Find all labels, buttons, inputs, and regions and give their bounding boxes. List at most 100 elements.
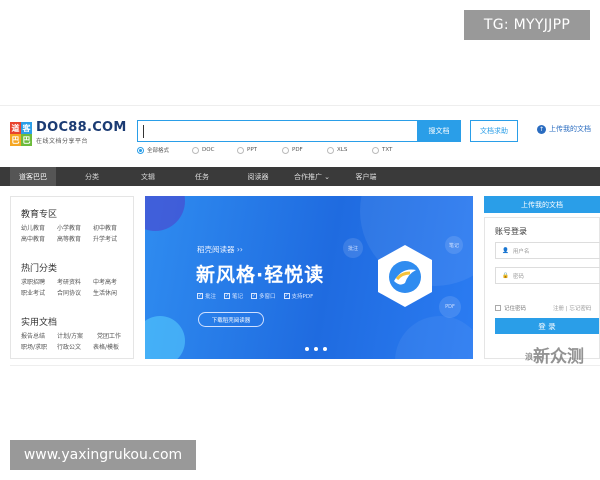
promo-banner[interactable]: 稻壳阅读器 ›› 新风格·轻悦读 ✓ 批注 ✓ 笔记 ✓ 多窗口 ✓ 支持PDF 下载稻… <box>145 196 473 359</box>
category-link[interactable]: 小学教育 <box>57 223 81 232</box>
tg-watermark: TG: MYYJJPP <box>464 10 590 40</box>
search-button[interactable]: 搜文档 <box>417 120 461 142</box>
category-link[interactable]: 考研资料 <box>57 277 81 286</box>
category-link[interactable]: 高中教育 <box>21 234 45 243</box>
category-link[interactable]: 升学考试 <box>93 234 117 243</box>
username-placeholder: 用户名 <box>512 248 530 255</box>
upload-document-label: 上传我的文档 <box>549 125 591 133</box>
feature-label: 批注 <box>205 294 217 300</box>
tag-bubble: PDF <box>439 296 461 318</box>
nav-reader[interactable]: 阅读器 <box>236 167 280 186</box>
filter-doc[interactable]: DOC <box>192 146 237 154</box>
radio-icon <box>282 146 289 154</box>
feature-item: ✓ 批注 <box>197 292 216 300</box>
category-link[interactable]: 高等教育 <box>57 234 81 243</box>
upload-document-button[interactable]: 上传我的文档 <box>484 196 600 213</box>
lock-icon: 🔒 <box>502 272 509 279</box>
logo-icon[interactable]: 道 客 巴 巴 <box>10 122 32 146</box>
check-icon: ✓ <box>283 293 290 299</box>
nav-collections[interactable]: 文辑 <box>128 167 168 186</box>
banner-app-name: 稻壳阅读器 ›› <box>197 245 243 254</box>
tag-bubble: 批注 <box>343 238 363 258</box>
category-link[interactable]: 幼儿教育 <box>21 223 45 232</box>
category-link[interactable]: 合同协议 <box>57 288 81 297</box>
category-link[interactable]: 初中教育 <box>93 223 117 232</box>
filter-label: PPT <box>247 147 257 153</box>
password-placeholder: 密码 <box>512 273 524 280</box>
nav-categories[interactable]: 分类 <box>72 167 112 186</box>
upload-arrow-icon: ↑ <box>537 124 546 134</box>
format-filter: 全部格式 DOC PPT PDF XLS TXT <box>137 146 417 154</box>
category-title[interactable]: 实用文档 <box>21 315 57 328</box>
tag-bubble: 笔记 <box>445 236 463 254</box>
carousel-dot[interactable] <box>314 347 318 351</box>
nav-partnership[interactable]: 合作推广 ⌄ <box>284 167 340 186</box>
user-icon: 👤 <box>502 247 509 254</box>
category-link[interactable]: 党团工作 <box>97 331 121 340</box>
radio-icon <box>327 146 334 154</box>
banner-headline: 新风格·轻悦读 <box>196 264 325 286</box>
logo-tile: 巴 <box>10 134 21 146</box>
register-forgot-links[interactable]: 注册 | 忘记密码 <box>553 304 591 312</box>
remember-password[interactable]: 记住密码 <box>495 304 526 312</box>
reader-app-icon <box>378 245 432 307</box>
logo-name[interactable]: DOC88.COM <box>36 120 127 135</box>
category-title[interactable]: 热门分类 <box>21 261 57 274</box>
text-caret <box>143 125 144 138</box>
filter-pdf[interactable]: PDF <box>282 146 327 154</box>
remember-label: 记住密码 <box>504 306 527 312</box>
radio-icon <box>372 146 379 154</box>
logo-tagline: 在线文档分享平台 <box>36 138 89 145</box>
download-reader-button[interactable]: 下载稻壳阅读器 <box>198 312 264 327</box>
checkbox-icon[interactable] <box>495 305 501 311</box>
filter-label: PDF <box>292 147 303 153</box>
logo-tile: 道 <box>10 122 21 134</box>
search-input[interactable] <box>137 120 417 142</box>
filter-label: TXT <box>382 147 393 153</box>
category-link[interactable]: 生活休闲 <box>93 288 117 297</box>
login-panel: 账号登录 👤 用户名 🔒 密码 记住密码 注册 | 忘记密码 登 录 <box>484 217 600 359</box>
category-panel: 教育专区 幼儿教育 小学教育 初中教育 高中教育 高等教育 升学考试 热门分类 … <box>10 196 134 359</box>
corner-watermark-text: 新众测 <box>533 347 584 367</box>
divider <box>10 365 600 366</box>
filter-ppt[interactable]: PPT <box>237 146 282 154</box>
login-title: 账号登录 <box>495 227 527 236</box>
logo-tile: 客 <box>21 122 32 134</box>
category-link[interactable]: 求职招聘 <box>21 277 45 286</box>
decor-circle <box>145 196 185 231</box>
doc88-page: 道 客 巴 巴 DOC88.COM 在线文档分享平台 搜文档 文档求助 ↑ 上传… <box>0 105 600 375</box>
check-icon: ✓ <box>251 293 258 299</box>
nav-tasks[interactable]: 任务 <box>182 167 222 186</box>
nav-client[interactable]: 客户端 <box>344 167 388 186</box>
category-title[interactable]: 教育专区 <box>21 207 57 220</box>
username-field[interactable]: 👤 用户名 <box>495 242 600 259</box>
category-link[interactable]: 计划/方案 <box>57 331 83 340</box>
password-field[interactable]: 🔒 密码 <box>495 267 600 284</box>
corner-watermark: 浪新众测 <box>525 342 584 367</box>
banner-features: ✓ 批注 ✓ 笔记 ✓ 多窗口 ✓ 支持PDF <box>197 292 313 300</box>
category-link[interactable]: 中考高考 <box>93 277 117 286</box>
login-button[interactable]: 登 录 <box>495 318 599 334</box>
carousel-dots[interactable] <box>305 347 327 351</box>
check-icon: ✓ <box>224 293 231 299</box>
filter-xls[interactable]: XLS <box>327 146 372 154</box>
feature-item: ✓ 多窗口 <box>251 292 276 300</box>
category-link[interactable]: 行政公文 <box>57 342 81 351</box>
carousel-dot[interactable] <box>323 347 327 351</box>
category-link[interactable]: 报告总结 <box>21 331 45 340</box>
category-link[interactable]: 表格/模板 <box>93 342 119 351</box>
filter-all[interactable]: 全部格式 <box>137 146 192 154</box>
document-help-button[interactable]: 文档求助 <box>470 120 518 142</box>
category-link[interactable]: 职业考试 <box>21 288 45 297</box>
carousel-dot[interactable] <box>305 347 309 351</box>
decor-circle <box>145 316 185 359</box>
category-link[interactable]: 职场/求职 <box>21 342 47 351</box>
logo-tile: 巴 <box>21 134 32 146</box>
feature-item: ✓ 支持PDF <box>283 292 314 300</box>
feature-label: 笔记 <box>232 294 244 300</box>
filter-label: DOC <box>202 147 215 153</box>
filter-txt[interactable]: TXT <box>372 146 417 154</box>
upload-document-link[interactable]: ↑ 上传我的文档 <box>537 124 591 134</box>
feature-label: 支持PDF <box>291 294 314 300</box>
nav-home[interactable]: 道客巴巴 <box>10 167 56 186</box>
